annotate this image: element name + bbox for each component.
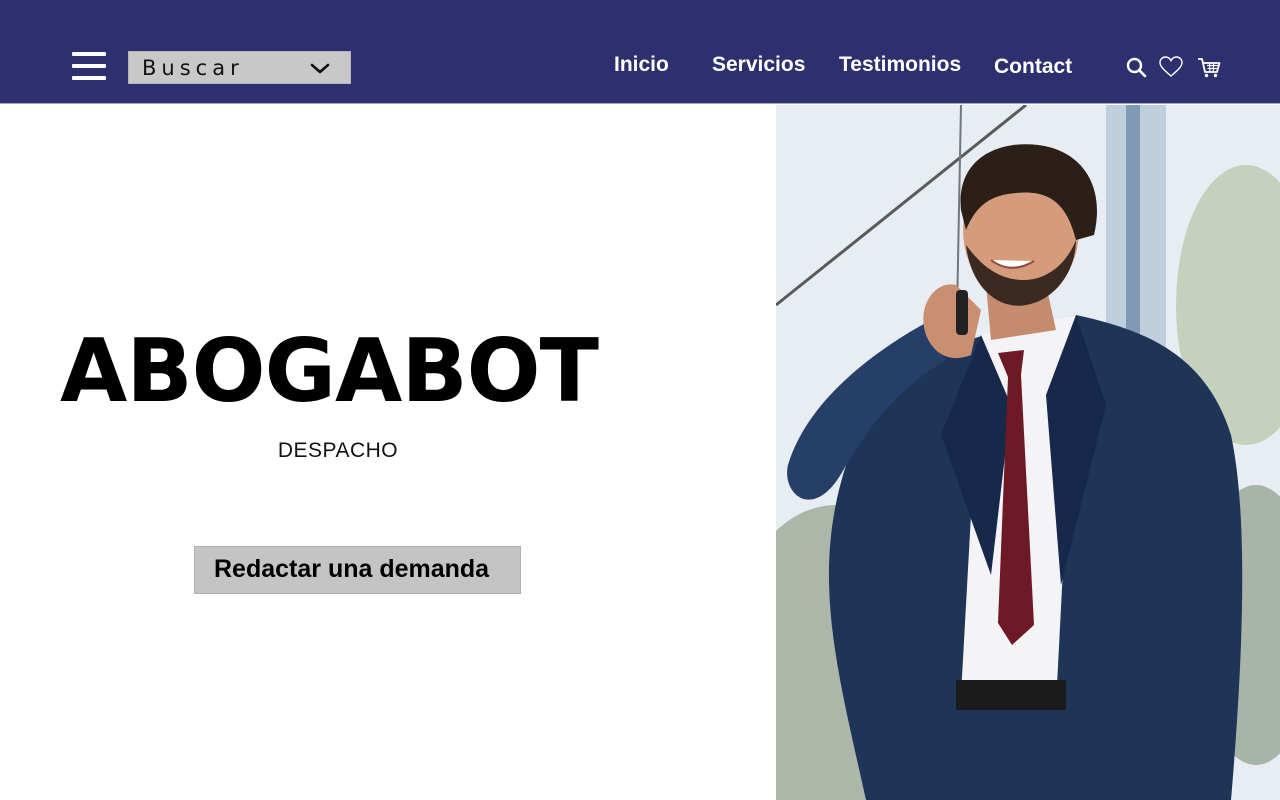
redactar-demanda-button[interactable]: Redactar una demanda [194,546,521,594]
chevron-down-icon [310,63,330,74]
search-dropdown[interactable]: Buscar [128,51,351,84]
cart-icon[interactable] [1196,54,1222,80]
nav-link-contact[interactable]: Contact [994,55,1072,79]
hero-subtitle: DESPACHO [277,439,399,462]
top-navbar: Buscar Inicio Servicios Testimonios Cont… [0,0,1280,104]
nav-link-testimonios[interactable]: Testimonios [839,53,961,77]
businessman-on-phone-photo [776,105,1280,800]
nav-link-servicios[interactable]: Servicios [712,53,805,77]
search-dropdown-label: Buscar [142,56,244,80]
search-icon[interactable] [1124,54,1150,80]
heart-icon[interactable] [1158,54,1184,80]
nav-link-inicio[interactable]: Inicio [614,53,669,77]
hamburger-menu-icon[interactable] [70,50,108,84]
hero-title: ABOGABOT [60,320,599,422]
